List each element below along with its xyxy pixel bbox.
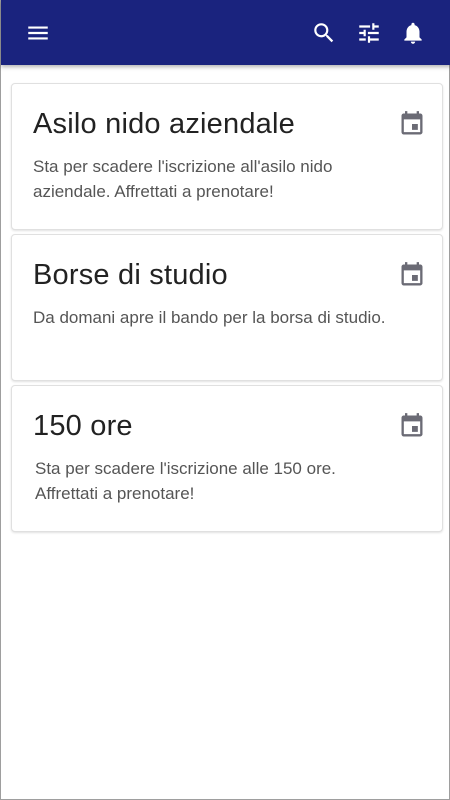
card-title: Asilo nido aziendale (33, 108, 295, 140)
tune-icon (359, 23, 379, 43)
menu-icon (28, 26, 48, 40)
card-text: Sta per scadere l'iscrizione all'asilo n… (33, 157, 333, 201)
notification-card[interactable]: Borse di studio Da domani apre il bando … (11, 234, 443, 381)
bell-icon (404, 22, 422, 44)
app-frame: Asilo nido aziendale Sta per scadere l'i… (0, 0, 450, 800)
calendar-icon (401, 413, 423, 437)
calendar-button[interactable] (398, 110, 426, 138)
search-button[interactable] (305, 14, 343, 52)
calendar-button[interactable] (398, 412, 426, 440)
notification-card[interactable]: 150 ore Sta per scadere l'iscrizione all… (11, 385, 443, 532)
calendar-button[interactable] (398, 261, 426, 289)
card-text: Sta per scadere l'iscrizione alle 150 or… (35, 459, 336, 503)
notification-card[interactable]: Asilo nido aziendale Sta per scadere l'i… (11, 83, 443, 230)
card-title: Borse di studio (33, 259, 228, 291)
filter-button[interactable] (350, 14, 388, 52)
calendar-icon (401, 111, 423, 135)
card-title: 150 ore (33, 410, 133, 442)
notifications-button[interactable] (394, 14, 432, 52)
top-app-bar (1, 0, 450, 65)
calendar-icon (401, 262, 423, 286)
card-text: Da domani apre il bando per la borsa di … (33, 308, 386, 327)
search-icon (314, 23, 334, 43)
menu-button[interactable] (19, 14, 57, 52)
